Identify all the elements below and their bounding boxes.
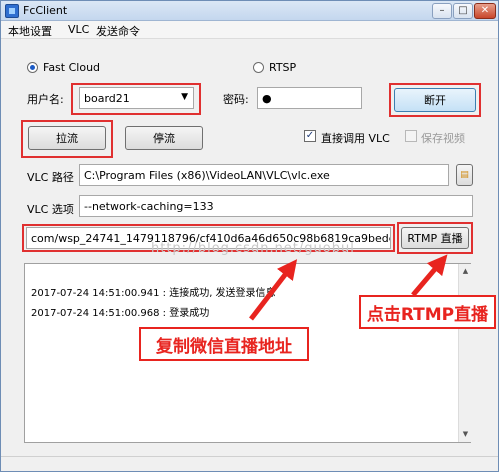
- app-window: FcClient – □ ✕ 本地设置 VLC 发送命令 Fast Cloud …: [0, 0, 499, 472]
- folder-icon: ▤: [460, 170, 469, 180]
- menu-bar: 本地设置 VLC 发送命令: [1, 21, 498, 39]
- username-dropdown[interactable]: board21 ▼: [79, 87, 194, 109]
- chevron-down-icon: ▼: [181, 92, 188, 102]
- vlc-path-label: VLC 路径: [27, 171, 74, 184]
- bottom-scrollbar[interactable]: [1, 456, 498, 471]
- direct-vlc-checkbox[interactable]: ✓: [304, 130, 316, 142]
- maximize-button[interactable]: □: [453, 3, 473, 19]
- rtmp-live-button[interactable]: RTMP 直播: [401, 227, 469, 249]
- scroll-up-icon[interactable]: ▲: [460, 265, 471, 277]
- password-label: 密码:: [223, 93, 249, 106]
- menu-send-command[interactable]: 发送命令: [93, 22, 143, 40]
- watermark: http://blog.csdn.net/guobul: [151, 241, 355, 256]
- fast-cloud-radio[interactable]: [27, 62, 38, 73]
- log-line: 2017-07-24 14:51:00.968 : 登录成功: [31, 308, 210, 319]
- log-line: 2017-07-24 14:51:00.941 : 连接成功, 发送登录信息: [31, 288, 276, 299]
- fast-cloud-label: Fast Cloud: [43, 61, 101, 74]
- minimize-button[interactable]: –: [432, 3, 452, 19]
- username-label: 用户名:: [27, 93, 64, 106]
- scroll-down-icon[interactable]: ▼: [460, 428, 471, 440]
- callout-copy-address: 复制微信直播地址: [139, 327, 309, 361]
- close-button[interactable]: ✕: [474, 3, 496, 19]
- vlc-options-label: VLC 选项: [27, 203, 74, 216]
- direct-vlc-label: 直接调用 VLC: [321, 132, 390, 145]
- vlc-options-input[interactable]: --network-caching=133: [79, 195, 473, 217]
- vlc-options-value: --network-caching=133: [84, 199, 214, 213]
- save-video-label: 保存视频: [421, 132, 465, 145]
- app-icon: [5, 4, 19, 18]
- username-value: board21: [84, 91, 130, 105]
- menu-vlc[interactable]: VLC: [65, 22, 92, 37]
- rtsp-radio[interactable]: [253, 62, 264, 73]
- disconnect-button[interactable]: 断开: [394, 88, 476, 112]
- log-scrollbar[interactable]: ▲ ▼: [458, 264, 471, 442]
- pull-stream-button[interactable]: 拉流: [28, 126, 106, 150]
- vlc-path-value: C:\Program Files (x86)\VideoLAN\VLC\vlc.…: [84, 168, 330, 182]
- password-input[interactable]: ●: [257, 87, 362, 109]
- vlc-path-input[interactable]: C:\Program Files (x86)\VideoLAN\VLC\vlc.…: [79, 164, 449, 186]
- password-value: ●: [262, 91, 272, 105]
- menu-local-settings[interactable]: 本地设置: [5, 22, 55, 40]
- rtsp-label: RTSP: [269, 61, 297, 74]
- browse-folder-button[interactable]: ▤: [456, 164, 473, 186]
- callout-click-rtmp: 点击RTMP直播: [359, 295, 496, 329]
- save-video-checkbox[interactable]: [405, 130, 417, 142]
- stop-stream-button[interactable]: 停流: [125, 126, 203, 150]
- window-title: FcClient: [23, 4, 68, 17]
- title-bar: FcClient – □ ✕: [1, 1, 498, 21]
